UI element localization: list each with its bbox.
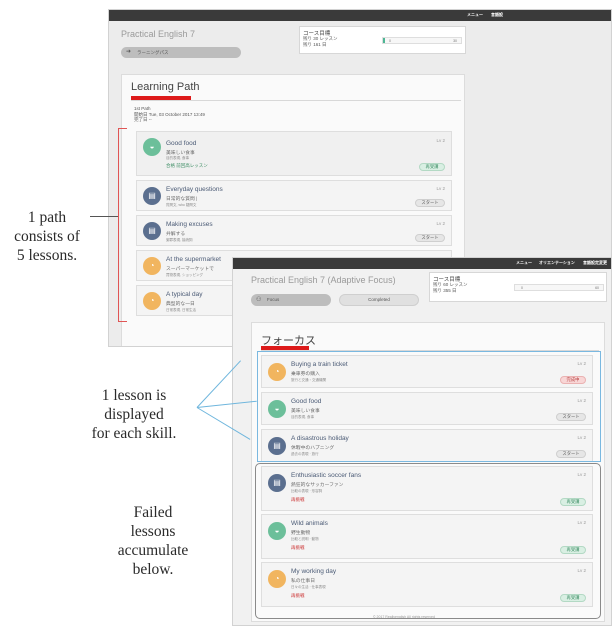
focus-icon: ⚇: [256, 297, 262, 303]
tab-completed[interactable]: Completed: [339, 294, 419, 306]
path-meta: 1st Path 開始日 Tue, 03 October 2017 13:49 …: [134, 106, 205, 123]
lesson-level: Lv 2: [436, 221, 445, 226]
chat-icon: ▤: [143, 187, 161, 205]
menu-link[interactable]: メニュー: [516, 260, 532, 266]
language-link[interactable]: 言語設: [491, 12, 503, 18]
start-button[interactable]: スタート: [415, 234, 445, 242]
lesson-tags: 買物表現, ショッピング: [166, 273, 203, 277]
path-bracket-bottom: [118, 321, 127, 322]
lesson-tags: 目的表現, 食事: [166, 156, 189, 160]
course-title: Practical English 7: [121, 29, 196, 39]
skill-lessons-highlight: [257, 351, 601, 462]
path-bracket-top: [118, 128, 127, 129]
lesson-title: Making excuses: [166, 221, 213, 228]
cart-icon: ◔: [143, 257, 161, 275]
goal-bar-end: 30: [453, 39, 457, 43]
arrow-left-icon: ➜: [126, 49, 132, 55]
lesson-annotation-line: 1 lesson is: [101, 387, 167, 404]
lesson-card[interactable]: ◒ Good food 美味しい食事 目的表現, 食事 合格 前回高レッスン L…: [136, 131, 452, 176]
goal-bar-start: 0: [389, 39, 391, 43]
top-navigation-bar: メニュー 言語設: [109, 10, 611, 21]
failed-annotation-line: Failed: [133, 504, 173, 521]
title-separator: [131, 100, 461, 101]
menu-link[interactable]: メニュー: [467, 12, 483, 18]
chat-icon: ▤: [143, 222, 161, 240]
lesson-annotation-line: for each skill.: [91, 425, 177, 442]
path-annotation-line: 1 path: [27, 209, 67, 226]
lesson-title: At the supermarket: [166, 256, 221, 263]
path-annotation: 1 path consists of 5 lessons.: [2, 208, 92, 265]
goal-bar-start: 0: [521, 286, 523, 290]
failed-lessons-highlight: [255, 463, 601, 619]
path-annotation-line: consists of: [14, 228, 80, 245]
path-bracket: [118, 128, 119, 322]
start-button[interactable]: スタート: [415, 199, 445, 207]
panel-title: Learning Path: [131, 81, 200, 93]
goal-progress-bar: 0 60: [514, 284, 604, 291]
path-callout-line: [90, 216, 118, 217]
top-navigation-bar: メニュー オリエンテーション 言語設定変更: [233, 258, 611, 269]
failed-annotation-line: below.: [132, 561, 174, 578]
failed-annotation: Failed lessons accumulate below.: [108, 503, 198, 579]
goal-remaining-days: 残り 355 日: [433, 288, 457, 293]
learning-path-pill[interactable]: ➜ ラーニングパス: [121, 47, 241, 58]
course-goal-box: コース目標 残り 30 レッスン 残り 161 日 0 30: [299, 26, 466, 54]
failed-annotation-line: accumulate: [117, 542, 189, 559]
learning-path-pill-label: ラーニングパス: [137, 50, 169, 55]
course-goal-box: コース目標 残り 60 レッスン 残り 355 日 0 60: [429, 272, 607, 302]
failed-annotation-line: lessons: [130, 523, 176, 540]
goal-remaining-days: 残り 161 日: [303, 42, 327, 47]
lesson-subtitle: スーパーマーケットで: [166, 267, 214, 272]
lesson-annotation-line: displayed: [104, 406, 164, 423]
lesson-level: Lv 2: [436, 138, 445, 143]
lesson-title: Good food: [166, 140, 197, 147]
lesson-annotation: 1 lesson is displayed for each skill.: [70, 386, 198, 443]
lesson-status: 合格 前回高レッスン: [166, 163, 208, 168]
lesson-subtitle: 日常的な質問 |: [166, 197, 198, 202]
path-annotation-line: 5 lessons.: [16, 247, 78, 264]
lesson-tags: 謝罪表現, 接続詞: [166, 238, 193, 242]
orientation-link[interactable]: オリエンテーション: [539, 260, 575, 266]
tab-focus-label: Focus: [267, 297, 280, 302]
lesson-title: Everyday questions: [166, 186, 223, 193]
lesson-title: A typical day: [166, 291, 203, 298]
goal-progress-bar: 0 30: [382, 37, 462, 44]
lesson-subtitle: 典型的な一日: [166, 302, 195, 307]
lesson-tags: 日常表現, 日常生活: [166, 308, 196, 312]
clock-icon: ◔: [143, 292, 161, 310]
course-title: Practical English 7 (Adaptive Focus): [251, 275, 396, 285]
tab-completed-label: Completed: [368, 297, 390, 302]
language-settings-link[interactable]: 言語設定変更: [583, 260, 607, 266]
food-icon: ◒: [143, 138, 161, 156]
retake-button[interactable]: 再受講: [419, 163, 445, 171]
goal-bar-end: 60: [595, 286, 599, 290]
lesson-level: Lv 2: [436, 186, 445, 191]
goal-progress-fill: [383, 38, 385, 43]
lesson-card[interactable]: ▤ Everyday questions 日常的な質問 | 質問文, who 疑…: [136, 180, 452, 211]
lesson-subtitle: 美味しい食事: [166, 151, 195, 156]
path-end-date: 完了日 --: [134, 117, 152, 122]
lesson-card[interactable]: ▤ Making excuses 弁解する 謝罪表現, 接続詞 Lv 2 スター…: [136, 215, 452, 246]
lesson-tags: 質問文, who 疑問文: [166, 203, 197, 207]
lesson-subtitle: 弁解する: [166, 232, 186, 237]
tab-focus[interactable]: ⚇ Focus: [251, 294, 331, 306]
